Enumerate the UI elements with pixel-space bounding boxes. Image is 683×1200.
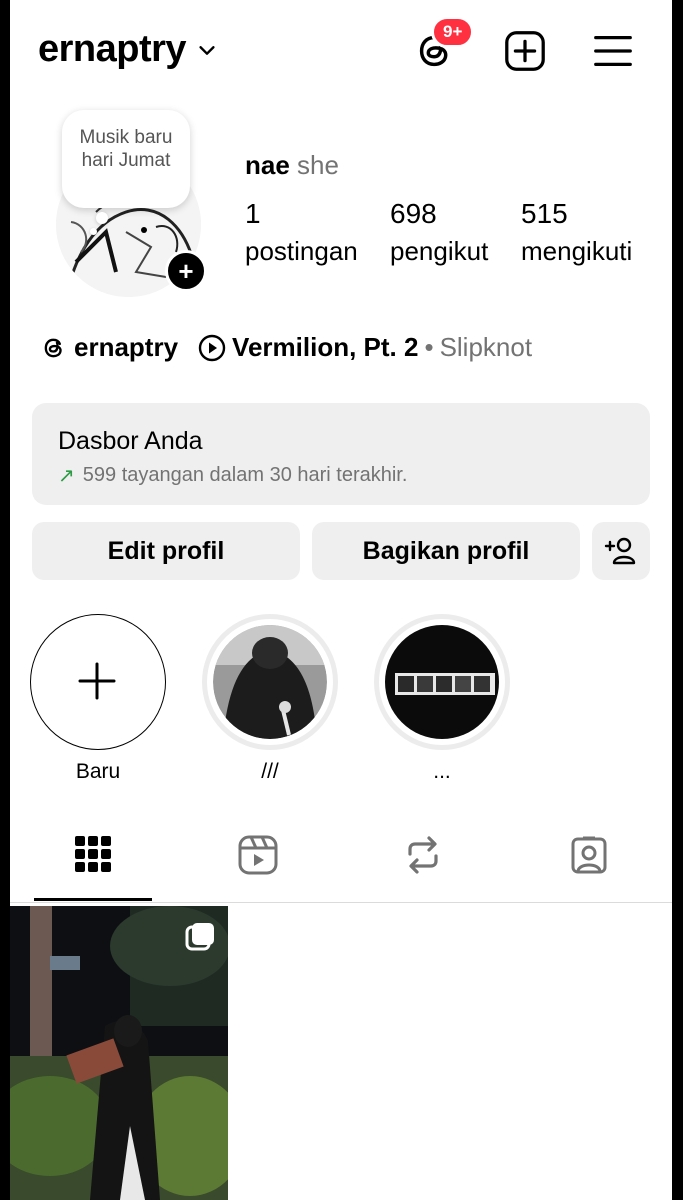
threads-link[interactable]: ernaptry (40, 332, 178, 363)
stat-value: 698 (390, 198, 437, 229)
song-separator: • (424, 332, 434, 362)
professional-dashboard[interactable]: Dasbor Anda ↗ 599 tayangan dalam 30 hari… (32, 403, 650, 505)
grid-icon (75, 836, 111, 872)
stat-value: 515 (521, 198, 568, 229)
username: ernaptry (38, 28, 187, 70)
active-tab-indicator (34, 898, 152, 901)
account-switcher[interactable]: ernaptry (38, 28, 218, 71)
chevron-down-icon (199, 45, 215, 55)
reposts-icon (408, 836, 438, 874)
play-circle-icon (198, 334, 226, 361)
trend-up-icon: ↗ (58, 465, 75, 487)
carousel-icon (185, 923, 214, 951)
threads-small-icon (44, 338, 62, 357)
stat-followers[interactable]: 698 pengikut (390, 198, 488, 267)
note-bubble[interactable]: Musik baru hari Jumat (62, 110, 190, 208)
dashboard-subtitle: ↗ 599 tayangan dalam 30 hari terakhir. (58, 463, 407, 488)
reels-icon (238, 835, 278, 875)
tab-posts-grid[interactable] (34, 830, 152, 902)
highlight-cover (374, 614, 510, 750)
highlight-new[interactable]: Baru (28, 614, 168, 784)
song-title: Vermilion, Pt. 2 (232, 332, 419, 362)
song-artist: Slipknot (439, 332, 533, 362)
display-name: nae she (245, 150, 339, 181)
top-bar: ernaptry 9+ (10, 0, 672, 100)
profile-screen: ernaptry 9+ Musik baru hari Jumat + nae … (10, 0, 672, 1200)
stat-posts[interactable]: 1 postingan (245, 198, 358, 267)
stat-label: postingan (245, 236, 358, 266)
add-person-icon (604, 537, 636, 565)
name-text: nae (245, 150, 290, 180)
menu-icon[interactable] (590, 28, 636, 74)
tagged-icon (571, 836, 607, 874)
dashboard-title: Dasbor Anda (58, 427, 203, 455)
highlight-label: ... (433, 760, 451, 783)
note-tail-dot-small (90, 228, 97, 235)
highlight-photo-icon (213, 625, 327, 739)
add-story-plus-icon[interactable]: + (165, 250, 207, 292)
plus-icon (78, 662, 116, 700)
threads-handle: ernaptry (74, 332, 179, 362)
highlight-label: Baru (75, 760, 121, 783)
post-thumbnail[interactable] (10, 906, 228, 1200)
stat-value: 1 (245, 198, 261, 229)
discover-people-button[interactable] (592, 522, 650, 580)
tab-tagged[interactable] (530, 830, 648, 902)
highlight-label: /// (261, 760, 279, 783)
profile-music[interactable]: Vermilion, Pt. 2 • Slipknot (198, 332, 532, 363)
stat-label: mengikuti (521, 236, 633, 266)
notification-badge: 9+ (431, 16, 475, 48)
profile-links-row: ernaptry Vermilion, Pt. 2 • Slipknot (40, 332, 532, 363)
highlight-item[interactable]: /// (200, 614, 340, 784)
tab-reels[interactable] (199, 830, 317, 902)
highlight-photo-icon (385, 625, 499, 739)
edit-profile-button[interactable]: Edit profil (32, 522, 300, 580)
pronoun-text: she (297, 150, 339, 180)
stat-label: pengikut (390, 236, 489, 266)
note-tail-dot (96, 212, 108, 224)
content-tabs (10, 830, 672, 903)
create-post-icon[interactable] (502, 28, 548, 74)
stat-following[interactable]: 515 mengikuti (521, 198, 632, 267)
highlight-item[interactable]: ... (372, 614, 512, 784)
dashboard-views: 599 tayangan dalam 30 hari terakhir. (82, 464, 408, 486)
share-profile-button[interactable]: Bagikan profil (312, 522, 580, 580)
tab-reposts[interactable] (364, 830, 482, 902)
highlight-cover (202, 614, 338, 750)
new-highlight-circle (30, 614, 166, 750)
